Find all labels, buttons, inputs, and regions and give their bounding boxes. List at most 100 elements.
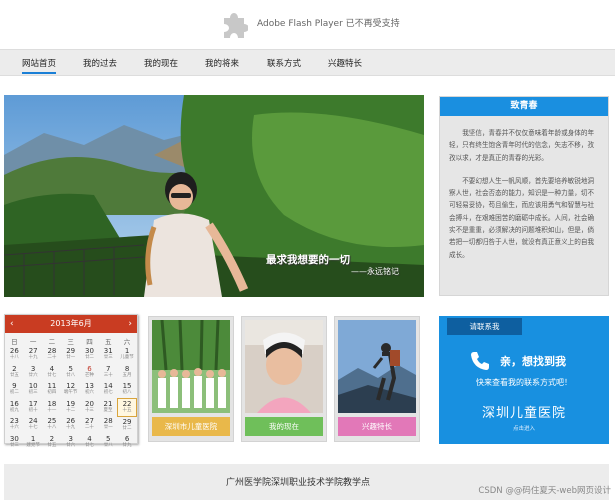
nav-item-home[interactable]: 网站首页 <box>22 57 57 74</box>
calendar-day-number: 4 <box>49 364 55 373</box>
youth-paragraph-2: 不要幻想人生一帆风顺，首先要培养敏锐地洞察人世，社会否态的能力，知识是一种力量，… <box>449 176 595 259</box>
calendar-lunar-label: 儿童节 <box>120 355 134 360</box>
calendar-day[interactable]: 28 二十 <box>43 346 62 364</box>
calendar-lunar-label: 初七 <box>103 390 113 395</box>
calendar-day[interactable]: 21 夏至 <box>99 399 118 417</box>
calendar-day[interactable]: 6 芒种 <box>80 364 99 382</box>
calendar-day[interactable]: 27 十九 <box>24 346 43 364</box>
contact-panel[interactable]: 请联系我 亲，想找到我 快来查看我的联系方式吧！ 深圳儿童医院 点击进入 <box>439 316 609 444</box>
calendar-day[interactable]: 5 廿八 <box>99 434 118 452</box>
calendar-day[interactable]: 19 十二 <box>61 399 80 417</box>
card-present[interactable]: 我的现在 <box>241 316 327 442</box>
flash-message: Adobe Flash Player 已不再受支持 <box>257 19 400 29</box>
contact-enter-link[interactable]: 点击进入 <box>439 424 609 432</box>
card-hospital[interactable]: 深圳市儿童医院 <box>148 316 234 442</box>
calendar-day[interactable]: 1 儿童节 <box>118 346 137 364</box>
calendar-lunar-label: 廿八 <box>103 442 113 448</box>
calendar-day-number: 19 <box>66 399 76 408</box>
calendar-day[interactable]: 24 十七 <box>24 416 43 434</box>
calendar-day-number: 18 <box>47 399 57 408</box>
calendar-lunar-label: 初六 <box>84 390 94 395</box>
calendar-day-number: 27 <box>28 347 38 355</box>
contact-subtext: 快来查看我的联系方式吧！ <box>476 378 572 387</box>
calendar-lunar-label: 廿六 <box>28 372 38 378</box>
calendar-day[interactable]: 6 廿九 <box>118 434 137 452</box>
calendar-day-number: 1 <box>124 347 130 355</box>
calendar-day[interactable]: 15 初八 <box>118 381 137 399</box>
calendar-day-number: 1 <box>30 434 36 443</box>
calendar-day-number: 6 <box>124 434 130 443</box>
calendar-day-number: 5 <box>105 434 111 443</box>
calendar-day[interactable]: 23 十六 <box>5 416 24 434</box>
calendar-day[interactable]: 3 廿六 <box>24 364 43 382</box>
calendar-day[interactable]: 10 初三 <box>24 381 43 399</box>
calendar-day[interactable]: 5 廿八 <box>61 364 80 382</box>
calendar-day[interactable]: 31 廿三 <box>99 346 118 364</box>
calendar-lunar-label: 十九 <box>28 355 38 360</box>
calendar-day[interactable]: 29 廿二 <box>118 416 137 434</box>
calendar-day[interactable]: 7 三十 <box>99 364 118 382</box>
calendar-day-number: 28 <box>103 417 113 425</box>
nav-item-contact[interactable]: 联系方式 <box>267 57 301 69</box>
calendar-day-number: 29 <box>66 347 76 355</box>
calendar-day[interactable]: 13 初六 <box>80 381 99 399</box>
calendar-day-number: 30 <box>84 347 94 355</box>
calendar-day[interactable]: 18 十一 <box>43 399 62 417</box>
calendar-day[interactable]: 3 廿六 <box>61 434 80 452</box>
calendar-day-number: 8 <box>124 364 130 373</box>
nav-item-future[interactable]: 我的将来 <box>205 57 239 69</box>
calendar-day[interactable]: 14 初七 <box>99 381 118 399</box>
calendar-title: 2013年6月 <box>50 319 92 328</box>
calendar-day[interactable]: 29 廿一 <box>61 346 80 364</box>
calendar-day-number: 13 <box>84 382 94 390</box>
calendar-lunar-label: 廿一 <box>103 425 113 430</box>
calendar-lunar-label: 廿五 <box>47 442 57 448</box>
calendar-day-number: 24 <box>28 417 38 425</box>
calendar-day[interactable]: 1 建党节 <box>24 434 43 452</box>
calendar-lunar-label: 十九 <box>66 425 76 430</box>
hero-quote: 最求我想要的一切 <box>266 254 350 266</box>
card-present-photo <box>245 320 323 413</box>
calendar-day[interactable]: 20 十三 <box>80 399 99 417</box>
nav-item-hobbies[interactable]: 兴趣特长 <box>328 57 362 69</box>
calendar-day[interactable]: 22 十五 <box>117 398 137 417</box>
calendar-day[interactable]: 8 五月 <box>118 364 137 382</box>
nav-item-past[interactable]: 我的过去 <box>83 57 117 69</box>
card-hobbies-label[interactable]: 兴趣特长 <box>338 417 416 436</box>
calendar-lunar-label: 十一 <box>47 407 57 413</box>
calendar-day[interactable]: 28 廿一 <box>99 416 118 434</box>
calendar-day[interactable]: 27 二十 <box>80 416 99 434</box>
calendar-day-number: 14 <box>103 382 113 390</box>
calendar-day[interactable]: 2 廿五 <box>5 364 24 382</box>
calendar-prev-button[interactable]: ‹ <box>10 315 14 333</box>
card-present-label[interactable]: 我的现在 <box>245 417 323 436</box>
calendar-day[interactable]: 11 初四 <box>43 381 62 399</box>
calendar-day[interactable]: 17 初十 <box>24 399 43 417</box>
calendar-day[interactable]: 9 初二 <box>5 381 24 399</box>
calendar-day[interactable]: 30 廿二 <box>80 346 99 364</box>
calendar-day[interactable]: 26 十九 <box>61 416 80 434</box>
calendar-day[interactable]: 2 廿五 <box>43 434 62 452</box>
nav-item-present[interactable]: 我的现在 <box>144 57 178 69</box>
card-hobbies[interactable]: 兴趣特长 <box>334 316 420 442</box>
calendar-day-number: 31 <box>103 347 113 355</box>
calendar-day[interactable]: 4 廿七 <box>80 434 99 452</box>
calendar-day[interactable]: 25 十八 <box>43 416 62 434</box>
calendar-weekday: 四 <box>86 338 93 346</box>
calendar-lunar-label: 廿八 <box>66 372 76 378</box>
calendar-day[interactable]: 4 廿七 <box>43 364 62 382</box>
calendar-day-number: 30 <box>9 434 19 443</box>
card-hospital-label[interactable]: 深圳市儿童医院 <box>152 417 230 436</box>
calendar-lunar-label: 十二 <box>66 407 76 413</box>
calendar-next-button[interactable]: › <box>128 315 132 333</box>
calendar-day[interactable]: 26 十八 <box>5 346 24 364</box>
calendar-day-number: 3 <box>68 434 73 443</box>
calendar-day-number: 22 <box>122 400 132 408</box>
calendar-day[interactable]: 16 初九 <box>5 399 24 417</box>
calendar-lunar-label: 初十 <box>28 407 38 413</box>
calendar-lunar-label: 建党节 <box>26 442 40 448</box>
calendar-day[interactable]: 12 端午节 <box>61 381 80 399</box>
calendar-day-number: 7 <box>105 364 111 373</box>
calendar-day-number: 23 <box>9 417 19 425</box>
calendar-day[interactable]: 30 廿三 <box>5 434 24 452</box>
